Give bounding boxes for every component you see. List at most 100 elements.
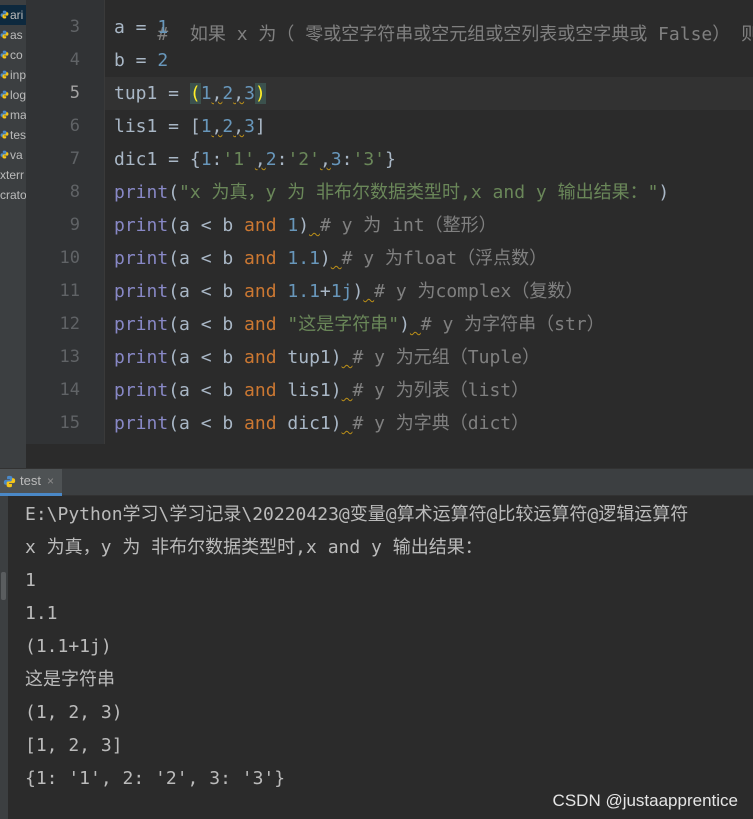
run-tool-tabbar: test × [0,468,753,496]
code-line[interactable]: print(a < b and "这是字符串") # y 为字符串（str） [114,308,605,341]
console-left-strip [0,496,8,819]
code-line-partial: # 如果 x 为（ 零或空字符串或空元组或空列表或空字典或 False） 则返 [114,0,753,45]
line-number: 3 [69,17,80,37]
code-token: and [244,281,277,302]
code-token: and [244,347,277,368]
code-token: print [114,215,169,236]
code-token: print [114,380,169,401]
code-token: 1 [157,17,169,38]
python-file-icon [0,150,9,159]
code-token: print [114,347,169,368]
code-token: 3 [244,83,255,104]
code-line[interactable]: print(a < b and dic1) # y 为字典（dict） [114,407,529,440]
code-token: : [341,149,353,170]
code-token: , [319,149,331,170]
close-icon[interactable]: × [47,469,54,493]
python-file-icon [0,90,9,99]
project-item-inp[interactable]: inp [0,65,26,85]
code-line[interactable]: lis1 = [1,2,3] [114,110,266,143]
console-output-line: {1: '1', 2: '2', 3: '3'} [25,768,286,789]
project-item-va[interactable]: va [0,145,26,165]
code-token: print [114,314,169,335]
python-file-icon [0,110,9,119]
code-line[interactable]: print(a < b and 1.1) # y 为float（浮点数） [114,242,547,275]
code-token: : [211,149,223,170]
code-token: } [385,149,396,170]
code-token: dic1 = { [114,149,201,170]
code-line[interactable]: tup1 = (1,2,3) [114,77,266,110]
code-token: 1j [330,281,353,302]
project-tree-strip[interactable]: ari as co inp log ma tes va xterr crato [0,0,27,468]
code-editor[interactable]: # 如果 x 为（ 零或空字符串或空元组或空列表或空字典或 False） 则返 … [104,0,753,444]
line-number-gutter: 3 4 5 6 7 8 9 10 11 12 13 14 15 [26,0,104,444]
project-item-tes[interactable]: tes [0,125,27,145]
code-token: , [211,83,223,104]
code-line[interactable]: print(a < b and lis1) # y 为列表（list） [114,374,529,407]
code-token: tup1) [276,347,342,368]
run-console[interactable]: E:\Python学习\学习记录\20220423@变量@算术运算符@比较运算符… [0,496,753,819]
console-output-line: 1 [25,570,36,591]
code-token: 1 [200,149,212,170]
project-item-label: as [10,28,23,42]
project-item-xterr[interactable]: xterr [0,165,26,185]
code-token: ( [168,182,180,203]
code-token: ] [254,116,266,137]
code-token: ) [254,83,266,104]
code-token: 2 [222,83,234,104]
console-scroll-marker[interactable] [1,572,6,600]
code-token: and [244,248,277,269]
project-item-label: tes [10,128,27,142]
run-tab-label: test [20,473,41,488]
code-line[interactable]: print("x 为真，y 为 非布尔数据类型时,x and y 输出结果：") [114,176,669,209]
python-file-icon [0,50,9,59]
code-line[interactable]: print(a < b and 1.1+1j) # y 为complex（复数） [114,275,583,308]
project-item-co[interactable]: co [0,45,26,65]
code-line[interactable]: dic1 = {1:'1',2:'2',3:'3'} [114,143,396,176]
code-token: (a < b [168,215,245,236]
project-item-ma[interactable]: ma [0,105,26,125]
line-number: 5 [69,83,80,103]
code-line[interactable]: b = 2 [114,44,168,77]
code-token: , [233,116,245,137]
code-token: ) [658,182,670,203]
code-token: (a < b [168,347,245,368]
line-number: 8 [69,182,80,202]
comment-text: # 如果 x 为（ 零或空字符串或空元组或空列表或空字典或 False） 则返 [157,24,753,45]
code-token: ) [399,314,410,335]
project-item-ari[interactable]: ari [0,5,26,25]
code-token: lis1) [276,380,342,401]
code-token: b = [114,50,158,71]
code-token: # y 为元组（Tuple） [352,347,540,368]
line-number: 12 [59,314,80,334]
line-number: 15 [59,413,80,433]
code-token: , [211,116,223,137]
code-token: '1' [222,149,255,170]
code-token: '2' [287,149,320,170]
console-output-line: E:\Python学习\学习记录\20220423@变量@算术运算符@比较运算符… [25,504,689,525]
code-token: , [233,83,245,104]
code-token: , [254,149,266,170]
line-number: 10 [59,248,80,268]
run-tab-test[interactable]: test × [0,469,62,496]
project-item-crato[interactable]: crato [0,185,26,205]
code-token: (a < b [168,380,245,401]
code-token: 1 [200,83,212,104]
code-token: : [276,149,288,170]
code-line[interactable]: print(a < b and 1) # y 为 int（整形） [114,209,497,242]
project-item-as[interactable]: as [0,25,26,45]
code-token: a = [114,17,158,38]
code-line[interactable]: a = 1 [114,11,168,44]
code-line[interactable]: print(a < b and tup1) # y 为元组（Tuple） [114,341,540,374]
code-token: # y 为complex（复数） [374,281,584,302]
project-item-log[interactable]: log [0,85,26,105]
code-token: and [244,215,277,236]
code-token: # y 为字符串（str） [420,314,605,335]
line-number: 4 [69,50,80,70]
console-output-line: [1, 2, 3] [25,735,123,756]
